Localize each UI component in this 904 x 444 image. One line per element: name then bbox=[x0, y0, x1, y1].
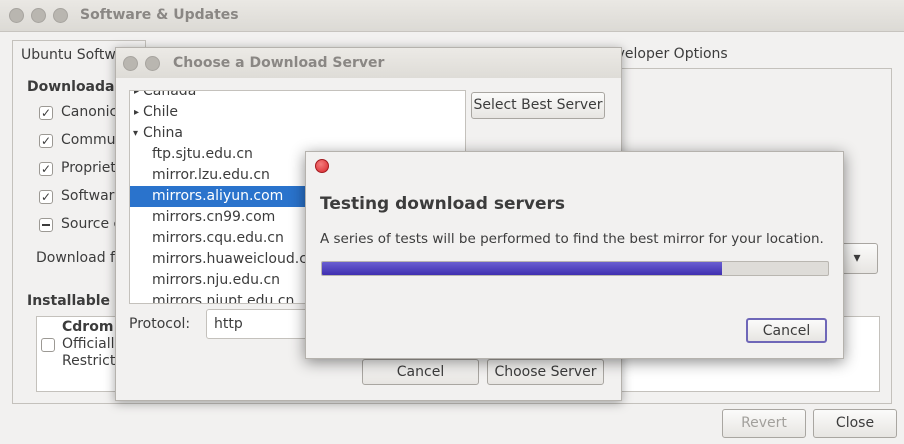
checkbox-software[interactable] bbox=[39, 190, 53, 204]
installable-heading: Installable f bbox=[27, 293, 121, 309]
tree-label: Chile bbox=[143, 104, 179, 120]
tree-label: mirrors.aliyun.com bbox=[152, 188, 284, 204]
checkbox-proprietary[interactable] bbox=[39, 162, 53, 176]
checkbox-label: Commu bbox=[61, 132, 116, 148]
chevron-down-icon: ▾ bbox=[853, 250, 861, 266]
window-maximize-icon[interactable] bbox=[53, 8, 68, 23]
download-from-label: Download f bbox=[36, 250, 115, 266]
tree-label: mirrors.huaweicloud.com bbox=[152, 251, 330, 267]
choose-server-button[interactable]: Choose Server bbox=[487, 359, 604, 385]
tab-developer-options[interactable]: eveloper Options bbox=[600, 40, 750, 70]
tree-row-chile[interactable]: ▸ Chile bbox=[130, 102, 465, 123]
tree-label: mirrors.cqu.edu.cn bbox=[152, 230, 284, 246]
checkbox-source-code[interactable] bbox=[39, 218, 53, 232]
checkbox-label: Source c bbox=[61, 216, 122, 232]
window-titlebar: Software & Updates bbox=[0, 0, 904, 32]
tree-row-china[interactable]: ▾ China bbox=[130, 123, 465, 144]
checkbox-canonical[interactable] bbox=[39, 106, 53, 120]
checkbox-label: Canonic bbox=[61, 104, 118, 120]
revert-button[interactable]: Revert bbox=[722, 409, 806, 438]
dialog-close-icon[interactable] bbox=[123, 56, 138, 71]
dialog-message: A series of tests will be performed to f… bbox=[320, 231, 824, 247]
expander-icon[interactable]: ▸ bbox=[134, 102, 139, 123]
progress-bar bbox=[321, 261, 829, 276]
checkbox-community[interactable] bbox=[39, 134, 53, 148]
progress-fill bbox=[322, 262, 722, 275]
tree-row-canada[interactable]: ▸ Canada bbox=[130, 90, 465, 102]
checkbox-label: Softwar bbox=[61, 188, 115, 204]
dialog-maximize-icon[interactable] bbox=[145, 56, 160, 71]
tab-label: eveloper Options bbox=[608, 46, 728, 62]
expander-icon[interactable]: ▾ bbox=[133, 123, 138, 144]
protocol-value: http bbox=[214, 316, 243, 332]
dialog-titlebar: Choose a Download Server bbox=[116, 48, 621, 78]
dialog-close-icon[interactable] bbox=[315, 159, 329, 173]
tree-label: mirrors.nju.edu.cn bbox=[152, 272, 281, 288]
tab-label: Ubuntu Softw bbox=[21, 47, 116, 63]
window-close-icon[interactable] bbox=[9, 8, 24, 23]
protocol-label: Protocol: bbox=[129, 316, 191, 332]
checkbox-label: Propriet bbox=[61, 160, 116, 176]
window-minimize-icon[interactable] bbox=[31, 8, 46, 23]
close-button[interactable]: Close bbox=[813, 409, 897, 438]
tree-label: mirrors.cn99.com bbox=[152, 209, 276, 225]
protocol-combo[interactable]: http bbox=[206, 309, 316, 339]
cdrom-line: Officiall bbox=[62, 336, 115, 352]
testing-servers-dialog: Testing download servers A series of tes… bbox=[305, 151, 844, 359]
downloadable-heading: Downloadab bbox=[27, 79, 125, 95]
tree-label: ftp.sjtu.edu.cn bbox=[152, 146, 253, 162]
dialog-title: Choose a Download Server bbox=[173, 55, 385, 71]
tree-label: China bbox=[143, 125, 183, 141]
tree-label: mirrors.njupt.edu.cn bbox=[152, 293, 295, 304]
expander-icon[interactable]: ▸ bbox=[134, 91, 139, 102]
cancel-button[interactable]: Cancel bbox=[362, 359, 479, 385]
window-title: Software & Updates bbox=[80, 7, 239, 23]
tree-label: mirror.lzu.edu.cn bbox=[152, 167, 270, 183]
cdrom-line: Restrict bbox=[62, 353, 116, 369]
checkbox-cdrom[interactable] bbox=[41, 338, 55, 352]
select-best-server-button[interactable]: Select Best Server bbox=[471, 92, 605, 119]
tree-label: Canada bbox=[143, 90, 197, 99]
dialog-heading: Testing download servers bbox=[320, 194, 565, 214]
cancel-button[interactable]: Cancel bbox=[746, 318, 827, 343]
